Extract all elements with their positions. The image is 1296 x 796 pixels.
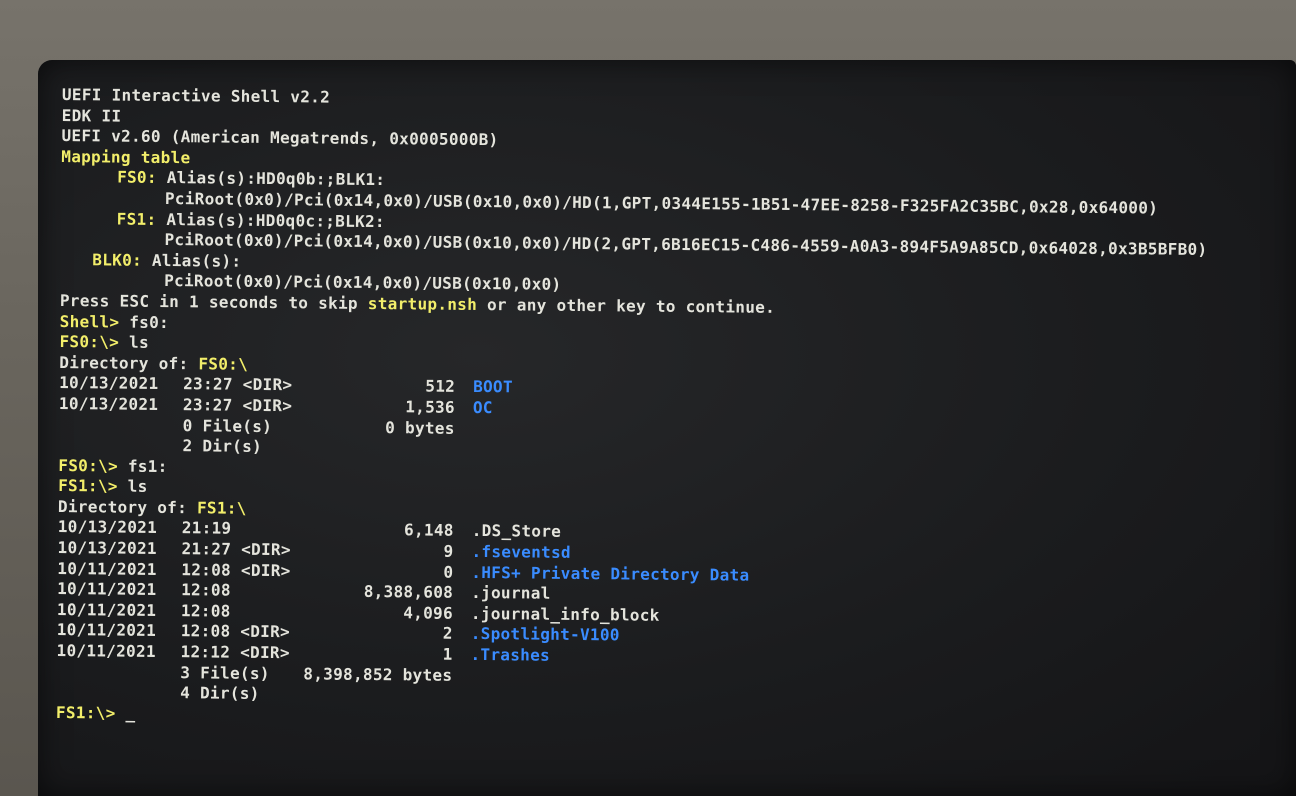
entry-date: 10/11/2021	[56, 641, 156, 661]
entry-date: 10/11/2021	[56, 620, 157, 641]
entry-size: 8,388,608	[363, 582, 454, 603]
directory-path: FS1:\	[196, 498, 247, 518]
entry-time: 12:08 <DIR>	[181, 559, 291, 580]
mapping-fs1-alias: Alias(s):HD0q0c:;BLK2:	[156, 209, 386, 231]
entry-size: 1	[442, 644, 453, 664]
entry-name: .journal	[471, 583, 551, 603]
entry-name: .DS_Store	[471, 521, 562, 542]
shell-prompt: FS0:\>	[59, 332, 130, 352]
text-cursor[interactable]: _	[125, 703, 135, 724]
command-text: fs0:	[129, 312, 170, 332]
directory-label: Directory of:	[59, 352, 199, 374]
entry-time: 21:27 <DIR>	[181, 539, 291, 560]
command-text: ls	[128, 332, 150, 352]
fs1-listing: 10/13/2021 21:19 6,148 .DS_Store 10/13/2021 2…	[56, 517, 1204, 672]
entry-date: 10/11/2021	[56, 599, 157, 620]
entry-date: 10/13/2021	[58, 393, 159, 414]
entry-size: 0	[443, 562, 454, 582]
entry-time: 23:27 <DIR>	[182, 395, 293, 416]
entry-name: .Spotlight-V100	[470, 624, 620, 645]
entry-size: 2	[442, 624, 453, 644]
dirs-count: 4 Dir(s)	[180, 683, 260, 704]
mapping-fs0-alias: Alias(s):HD0q0b:;BLK1:	[156, 168, 386, 190]
entry-time: 12:08	[180, 601, 231, 621]
shell-prompt: FS0:\>	[58, 455, 128, 476]
command-text: ls	[127, 476, 148, 497]
entry-date: 10/13/2021	[57, 517, 158, 538]
files-bytes: 8,398,852 bytes	[303, 663, 453, 685]
entry-size: 6,148	[403, 520, 454, 541]
terminal-screen: UEFI Interactive Shell v2.2 EDK II UEFI …	[38, 60, 1296, 796]
entry-date: 10/11/2021	[57, 558, 157, 579]
entry-date: 10/13/2021	[57, 538, 157, 558]
directory-path: FS0:\	[198, 354, 249, 374]
uefi-shell-output[interactable]: UEFI Interactive Shell v2.2 EDK II UEFI …	[56, 85, 1209, 734]
entry-size: 512	[425, 376, 456, 397]
dirs-count: 2 Dir(s)	[182, 436, 263, 457]
entry-size: 9	[443, 541, 454, 561]
mapping-blk0-alias: Alias(s):	[141, 250, 242, 271]
entry-time: 12:08 <DIR>	[180, 621, 291, 642]
entry-name: .Trashes	[470, 644, 551, 665]
entry-time: 12:12 <DIR>	[180, 642, 290, 663]
entry-time: 12:08	[181, 580, 231, 600]
entry-date: 10/11/2021	[57, 579, 157, 600]
mapping-fs1-label: FS1:	[116, 209, 157, 229]
command-text: fs1:	[127, 456, 168, 476]
entry-name: .HFS+ Private Directory Data	[471, 562, 750, 585]
files-bytes: 0 bytes	[385, 417, 455, 438]
mapping-fs0-label: FS0:	[117, 167, 157, 188]
startup-nsh-file: startup.nsh	[367, 293, 478, 314]
entry-size: 1,536	[405, 397, 456, 417]
entry-name: BOOT	[473, 377, 513, 397]
entry-name: OC	[472, 397, 493, 418]
directory-label: Directory of:	[57, 496, 198, 518]
shell-prompt: Shell>	[59, 311, 130, 332]
entry-name: .journal_info_block	[470, 603, 660, 625]
shell-prompt: FS1:\>	[58, 476, 128, 496]
startup-message-pre: Press ESC in 1 seconds to skip	[59, 290, 368, 313]
files-count: 0 File(s)	[182, 415, 273, 436]
entry-size: 4,096	[403, 603, 454, 623]
entry-time: 21:19	[181, 518, 232, 539]
mapping-blk0-label: BLK0:	[92, 250, 143, 270]
entry-name: .fseventsd	[471, 542, 571, 562]
entry-time: 23:27 <DIR>	[183, 374, 293, 395]
startup-message-post: or any other key to continue.	[477, 294, 776, 317]
entry-date: 10/13/2021	[59, 373, 159, 394]
files-count: 3 File(s)	[180, 662, 270, 683]
shell-prompt: FS1:\>	[55, 702, 126, 723]
